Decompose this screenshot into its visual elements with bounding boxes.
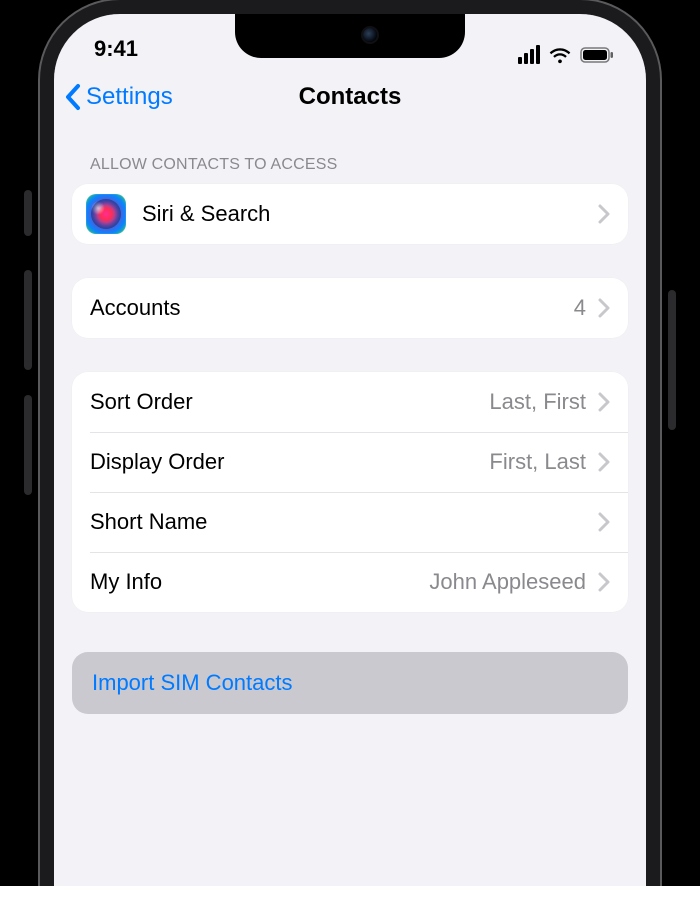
row-my-info[interactable]: My Info John Appleseed: [72, 552, 628, 612]
content[interactable]: ALLOW CONTACTS TO ACCESS Siri & Search: [54, 124, 646, 900]
navbar: Settings Contacts: [54, 70, 646, 124]
row-value: 4: [574, 295, 592, 321]
chevron-left-icon: [64, 83, 84, 111]
hw-mute-switch: [24, 190, 32, 236]
battery-icon: [580, 47, 614, 63]
row-siri-search[interactable]: Siri & Search: [72, 184, 628, 244]
group-preferences: Sort Order Last, First Display Order Fir…: [72, 372, 628, 612]
row-label: Siri & Search: [142, 201, 270, 227]
group-accounts: Accounts 4: [72, 278, 628, 338]
notch: [235, 12, 465, 58]
import-label: Import SIM Contacts: [92, 670, 293, 696]
stage: 9:41: [0, 0, 700, 900]
hw-volume-down: [24, 395, 32, 495]
chevron-right-icon: [598, 204, 610, 224]
hw-volume-up: [24, 270, 32, 370]
cellular-icon: [518, 45, 540, 64]
row-value: John Appleseed: [429, 569, 592, 595]
status-icons: [518, 45, 618, 66]
chevron-right-icon: [598, 512, 610, 532]
row-label: Display Order: [90, 449, 224, 475]
row-label: Short Name: [90, 509, 207, 535]
row-value: Last, First: [489, 389, 592, 415]
page-title: Contacts: [299, 83, 402, 111]
wifi-icon: [548, 46, 572, 64]
phone-frame: 9:41: [40, 0, 660, 900]
row-sort-order[interactable]: Sort Order Last, First: [72, 372, 628, 432]
status-time: 9:41: [82, 36, 138, 66]
siri-icon: [86, 194, 126, 234]
row-accounts[interactable]: Accounts 4: [72, 278, 628, 338]
back-label: Settings: [86, 83, 173, 111]
front-camera: [363, 28, 377, 42]
chevron-right-icon: [598, 572, 610, 592]
chevron-right-icon: [598, 298, 610, 318]
row-display-order[interactable]: Display Order First, Last: [72, 432, 628, 492]
row-label: Accounts: [90, 295, 181, 321]
screen: 9:41: [54, 14, 646, 900]
chevron-right-icon: [598, 392, 610, 412]
row-label: Sort Order: [90, 389, 193, 415]
group-access: Siri & Search: [72, 184, 628, 244]
hw-side-button: [668, 290, 676, 430]
section-header-access: ALLOW CONTACTS TO ACCESS: [72, 134, 628, 184]
page-edge: [0, 886, 700, 900]
row-label: My Info: [90, 569, 162, 595]
row-short-name[interactable]: Short Name: [72, 492, 628, 552]
row-value: First, Last: [489, 449, 592, 475]
chevron-right-icon: [598, 452, 610, 472]
import-sim-contacts-button[interactable]: Import SIM Contacts: [72, 652, 628, 714]
back-button[interactable]: Settings: [64, 70, 173, 124]
